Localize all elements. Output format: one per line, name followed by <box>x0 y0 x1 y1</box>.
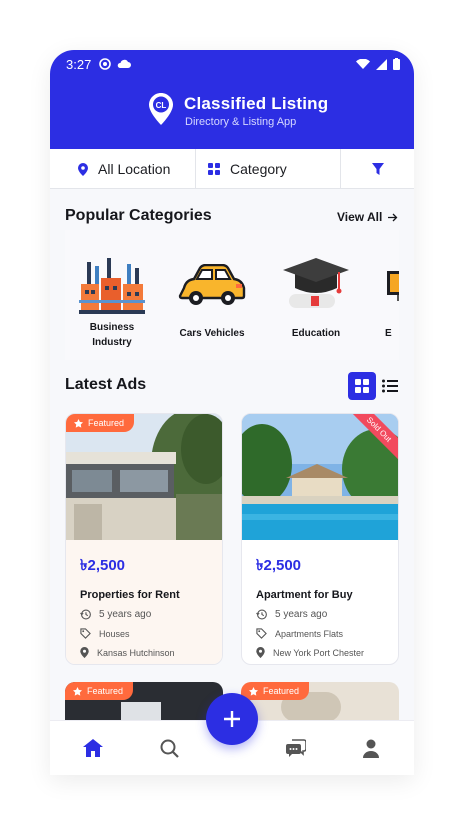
history-icon <box>80 609 91 620</box>
ad-tags-label: Houses <box>99 628 130 639</box>
ad-tags: Apartments Flats <box>256 628 384 639</box>
phone-photo <box>121 702 161 722</box>
grid-icon <box>208 163 220 175</box>
category-label: Business <box>89 322 135 333</box>
wifi-icon <box>356 58 370 69</box>
featured-label: Featured <box>88 418 125 428</box>
ad-time: 5 years ago <box>256 609 384 620</box>
ad-location: Kansas Hutchinson <box>80 647 208 658</box>
ad-time-label: 5 years ago <box>275 609 328 620</box>
category-cars-vehicles[interactable]: Cars Vehicles <box>167 230 257 341</box>
ad-card-partial[interactable]: Featured <box>241 682 399 722</box>
status-bar: 3:27 <box>66 54 400 74</box>
star-icon <box>74 418 83 428</box>
ad-tags: Houses <box>80 628 208 639</box>
star-icon <box>73 686 82 696</box>
featured-label: Featured <box>87 686 124 696</box>
star-icon <box>249 686 258 696</box>
ad-card-partial[interactable]: Featured <box>65 682 223 722</box>
sync-icon <box>99 58 112 70</box>
view-all-link[interactable]: View All <box>337 210 398 224</box>
signal-icon <box>376 58 387 70</box>
funnel-icon <box>371 163 384 175</box>
featured-label: Featured <box>263 686 300 696</box>
ad-photo-house: Featured <box>66 414 222 540</box>
user-icon <box>363 739 379 758</box>
logo-pin-icon: CL <box>149 93 173 125</box>
ad-card[interactable]: Featured ৳2,500 Properties for Rent 5 ye… <box>65 413 223 665</box>
status-time: 3:27 <box>66 56 92 72</box>
factory-icon <box>79 258 145 314</box>
logo-text: CL <box>156 101 167 110</box>
grid-view-icon <box>355 379 369 393</box>
category-filter[interactable]: Category <box>196 149 341 189</box>
tab-messages[interactable] <box>286 739 307 762</box>
ad-time-label: 5 years ago <box>99 609 152 620</box>
home-icon <box>83 739 103 757</box>
phone-screen: 3:27 CL Classified Listing Directory & L… <box>50 50 414 775</box>
category-carousel: Business Industry Cars Vehicles Educatio… <box>65 230 399 360</box>
ad-price: ৳2,500 <box>256 557 302 574</box>
grid-view-button[interactable] <box>348 372 376 400</box>
ad-location-label: New York Port Chester <box>273 647 365 658</box>
featured-badge: Featured <box>66 414 135 432</box>
category-label-line2: Industry <box>92 337 132 348</box>
ad-title: Properties for Rent <box>80 589 180 601</box>
filter-button[interactable] <box>341 149 414 189</box>
location-pin-icon <box>256 647 265 658</box>
popular-categories-title: Popular Categories <box>65 207 212 224</box>
category-label: Cars Vehicles <box>179 328 245 339</box>
category-business-industry[interactable]: Business Industry <box>67 230 157 350</box>
chat-icon <box>286 739 307 757</box>
arrow-right-icon <box>388 213 398 221</box>
tab-home[interactable] <box>83 739 103 762</box>
tab-search[interactable] <box>160 739 179 763</box>
featured-badge: Featured <box>65 682 134 700</box>
featured-badge: Featured <box>241 682 310 700</box>
view-all-label: View All <box>337 210 383 224</box>
location-pin-icon <box>78 162 88 176</box>
battery-icon <box>393 58 400 70</box>
ad-title: Apartment for Buy <box>256 589 353 601</box>
list-view-icon[interactable] <box>382 379 398 393</box>
graduation-cap-icon <box>283 258 349 308</box>
add-listing-button[interactable] <box>206 693 258 745</box>
app-subtitle: Directory & Listing App <box>185 116 297 128</box>
tag-icon <box>256 628 267 639</box>
location-pin-icon <box>80 647 89 658</box>
filter-bar: All Location Category <box>50 149 414 189</box>
category-education[interactable]: Education <box>271 230 361 341</box>
search-icon <box>160 739 179 758</box>
app-header: 3:27 CL Classified Listing Directory & L… <box>50 50 414 149</box>
tag-icon <box>80 628 91 639</box>
layout-toggle <box>348 372 398 400</box>
category-label: Education <box>291 328 341 339</box>
ad-card[interactable]: Sold Out ৳2,500 Apartment for Buy 5 year… <box>241 413 399 665</box>
plus-icon <box>224 711 240 727</box>
cloud-icon <box>118 59 132 68</box>
category-label: Category <box>230 161 287 177</box>
category-label: E <box>385 328 392 339</box>
car-icon <box>178 264 246 305</box>
location-label: All Location <box>98 161 171 177</box>
tv-icon <box>387 271 399 301</box>
ad-time: 5 years ago <box>80 609 208 620</box>
ad-location: New York Port Chester <box>256 647 384 658</box>
tab-profile[interactable] <box>363 739 379 763</box>
category-electronics-partial[interactable]: E <box>369 230 399 341</box>
ad-location-label: Kansas Hutchinson <box>97 647 175 658</box>
ad-price: ৳2,500 <box>80 557 126 574</box>
app-title: Classified Listing <box>184 94 329 113</box>
location-filter[interactable]: All Location <box>50 149 196 189</box>
history-icon <box>256 609 267 620</box>
latest-ads-title: Latest Ads <box>65 376 147 393</box>
ad-tags-label: Apartments Flats <box>275 628 344 639</box>
ad-photo-pool: Sold Out <box>242 414 398 540</box>
